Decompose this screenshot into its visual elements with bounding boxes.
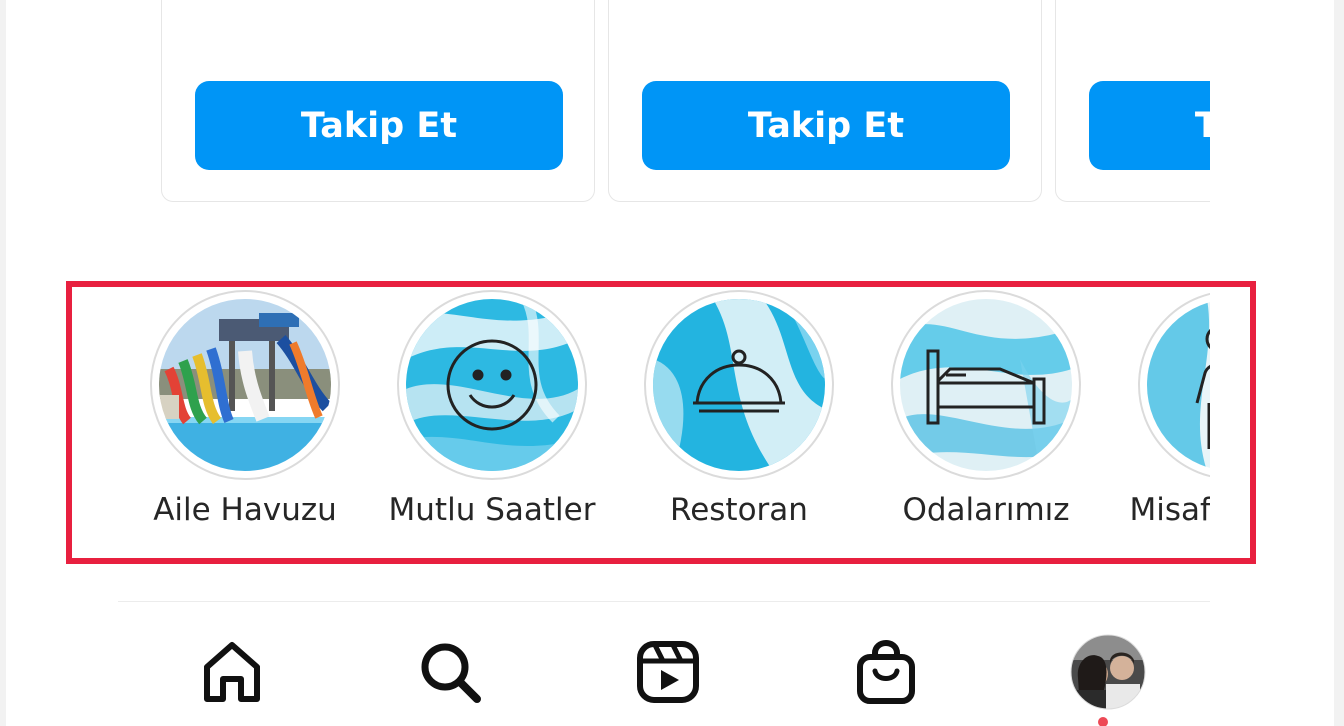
notification-dot [1098,717,1108,726]
highlight-cover [653,299,825,471]
highlight-ring [150,290,340,480]
instagram-profile-screen: Takip Et Takip Et Takip Et [6,0,1334,726]
follow-button[interactable]: Takip Et [195,81,563,170]
highlight-cover [1147,299,1210,471]
highlight-label: Restoran [670,492,808,528]
profile-avatar [1070,634,1146,710]
highlight-ring [891,290,1081,480]
shopping-bag-icon [857,639,915,704]
story-highlight-mutlu-saatler[interactable]: Mutlu Saatler [363,290,613,540]
reels-icon [637,641,699,703]
viewport: Takip Et Takip Et Takip Et [6,0,1210,726]
nav-search-button[interactable] [410,632,490,712]
highlight-ring [644,290,834,480]
highlight-ring [1138,290,1210,480]
highlight-label: Mutlu Saatler [388,492,596,528]
follow-button[interactable]: Takip Et [1089,81,1210,170]
home-icon [204,642,260,702]
suggested-account-card: Takip Et [161,0,595,202]
story-highlight-aile-havuzu[interactable]: Aile Havuzu [116,290,366,540]
highlight-cover [900,299,1072,471]
suggested-account-card: Takip Et [1055,0,1210,202]
nav-profile-button[interactable] [1068,632,1148,712]
follow-button[interactable]: Takip Et [642,81,1010,170]
highlight-ring [397,290,587,480]
story-highlight-misafirlerimiz[interactable]: Misafirlerimiz [1104,290,1210,540]
story-highlight-odalarimiz[interactable]: Odalarımız [857,290,1107,540]
highlight-label: Misafirlerimiz [1129,492,1210,528]
water-park-photo [159,299,331,471]
search-icon [421,643,481,703]
highlight-label: Aile Havuzu [153,492,337,528]
nav-shop-button[interactable] [846,632,926,712]
nav-home-button[interactable] [192,632,272,712]
divider [118,601,1210,602]
highlight-label: Odalarımız [902,492,1070,528]
story-highlight-restoran[interactable]: Restoran [610,290,860,540]
highlight-cover [406,299,578,471]
suggested-account-card: Takip Et [608,0,1042,202]
nav-reels-button[interactable] [628,632,708,712]
